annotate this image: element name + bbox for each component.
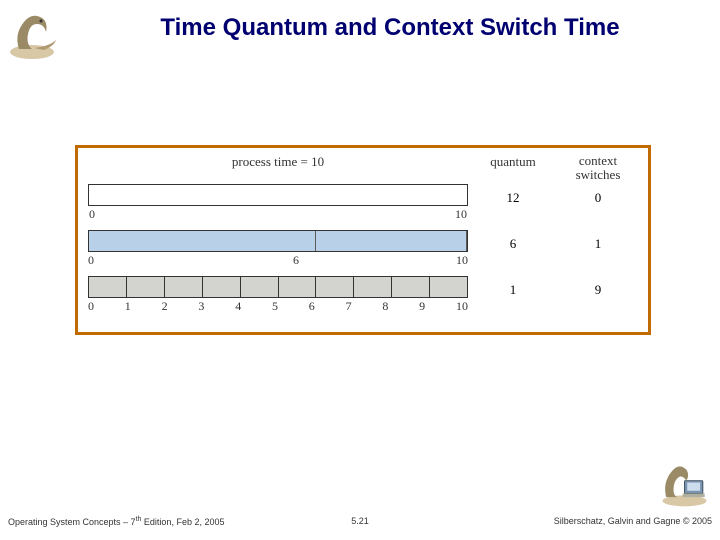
tick-label: 10 <box>456 253 468 268</box>
footer-copyright: Silberschatz, Galvin and Gagne © 2005 <box>554 516 712 526</box>
bar-area: 0 10 <box>88 184 468 222</box>
tick-label: 8 <box>382 299 419 314</box>
bar-segment <box>127 277 165 297</box>
quantum-value: 1 <box>468 276 558 298</box>
logo-bottom-right <box>657 455 712 510</box>
slide-footer: Operating System Concepts – 7th Edition,… <box>0 516 720 532</box>
figure-row: 0 1 2 3 4 5 6 7 8 9 10 1 9 <box>88 276 638 314</box>
tick-label: 4 <box>235 299 272 314</box>
figure-row: 0 6 10 6 1 <box>88 230 638 268</box>
switches-value: 0 <box>558 184 638 206</box>
ticks: 0 6 10 <box>88 253 468 268</box>
tick-label: 0 <box>88 253 94 268</box>
footer-text: Operating System Concepts – 7 <box>8 517 136 527</box>
slide-number: 5.21 <box>351 516 369 526</box>
bar-area: 0 6 10 <box>88 230 468 268</box>
tick-label: 0 <box>88 299 125 314</box>
tick-label: 1 <box>125 299 162 314</box>
logo-top-left <box>4 4 64 64</box>
bar-segment <box>430 277 467 297</box>
figure-headers: process time = 10 quantum context switch… <box>88 154 638 181</box>
tick-label: 7 <box>346 299 383 314</box>
bar-quantum-12 <box>88 184 468 206</box>
figure-row: 0 10 12 0 <box>88 184 638 222</box>
header-quantum: quantum <box>468 154 558 181</box>
bar-quantum-6 <box>88 230 468 252</box>
bar-segment <box>316 231 467 251</box>
ticks: 0 1 2 3 4 5 6 7 8 9 10 <box>88 299 468 314</box>
bar-area: 0 1 2 3 4 5 6 7 8 9 10 <box>88 276 468 314</box>
footer-text: Edition, Feb 2, 2005 <box>141 517 224 527</box>
bar-segment <box>392 277 430 297</box>
page-title: Time Quantum and Context Switch Time <box>90 14 690 42</box>
bar-segment <box>89 231 316 251</box>
tick-label: 6 <box>136 253 456 268</box>
tick-label: 10 <box>456 299 468 314</box>
tick-label: 5 <box>272 299 309 314</box>
tick-label: 10 <box>455 207 467 222</box>
bar-segment <box>279 277 317 297</box>
switches-value: 9 <box>558 276 638 298</box>
tick-label: 6 <box>309 299 346 314</box>
bar-segment <box>89 185 467 205</box>
header-context-switches: context switches <box>558 154 638 181</box>
quantum-value: 6 <box>468 230 558 252</box>
dinosaur-computer-icon <box>657 455 712 510</box>
quantum-figure: process time = 10 quantum context switch… <box>75 145 651 335</box>
tick-label: 9 <box>419 299 456 314</box>
quantum-value: 12 <box>468 184 558 206</box>
header-process-time: process time = 10 <box>88 154 468 181</box>
dinosaur-icon <box>4 4 64 64</box>
ticks: 0 10 <box>88 207 468 222</box>
tick-label: 3 <box>198 299 235 314</box>
tick-label: 0 <box>89 207 95 222</box>
header-context-l2: switches <box>576 167 621 182</box>
bar-quantum-1 <box>88 276 468 298</box>
bar-segment <box>241 277 279 297</box>
footer-left: Operating System Concepts – 7th Edition,… <box>8 516 224 527</box>
bar-segment <box>165 277 203 297</box>
tick-label: 2 <box>162 299 199 314</box>
switches-value: 1 <box>558 230 638 252</box>
bar-segment <box>203 277 241 297</box>
bar-segment <box>89 277 127 297</box>
bar-segment <box>316 277 354 297</box>
bar-segment <box>354 277 392 297</box>
